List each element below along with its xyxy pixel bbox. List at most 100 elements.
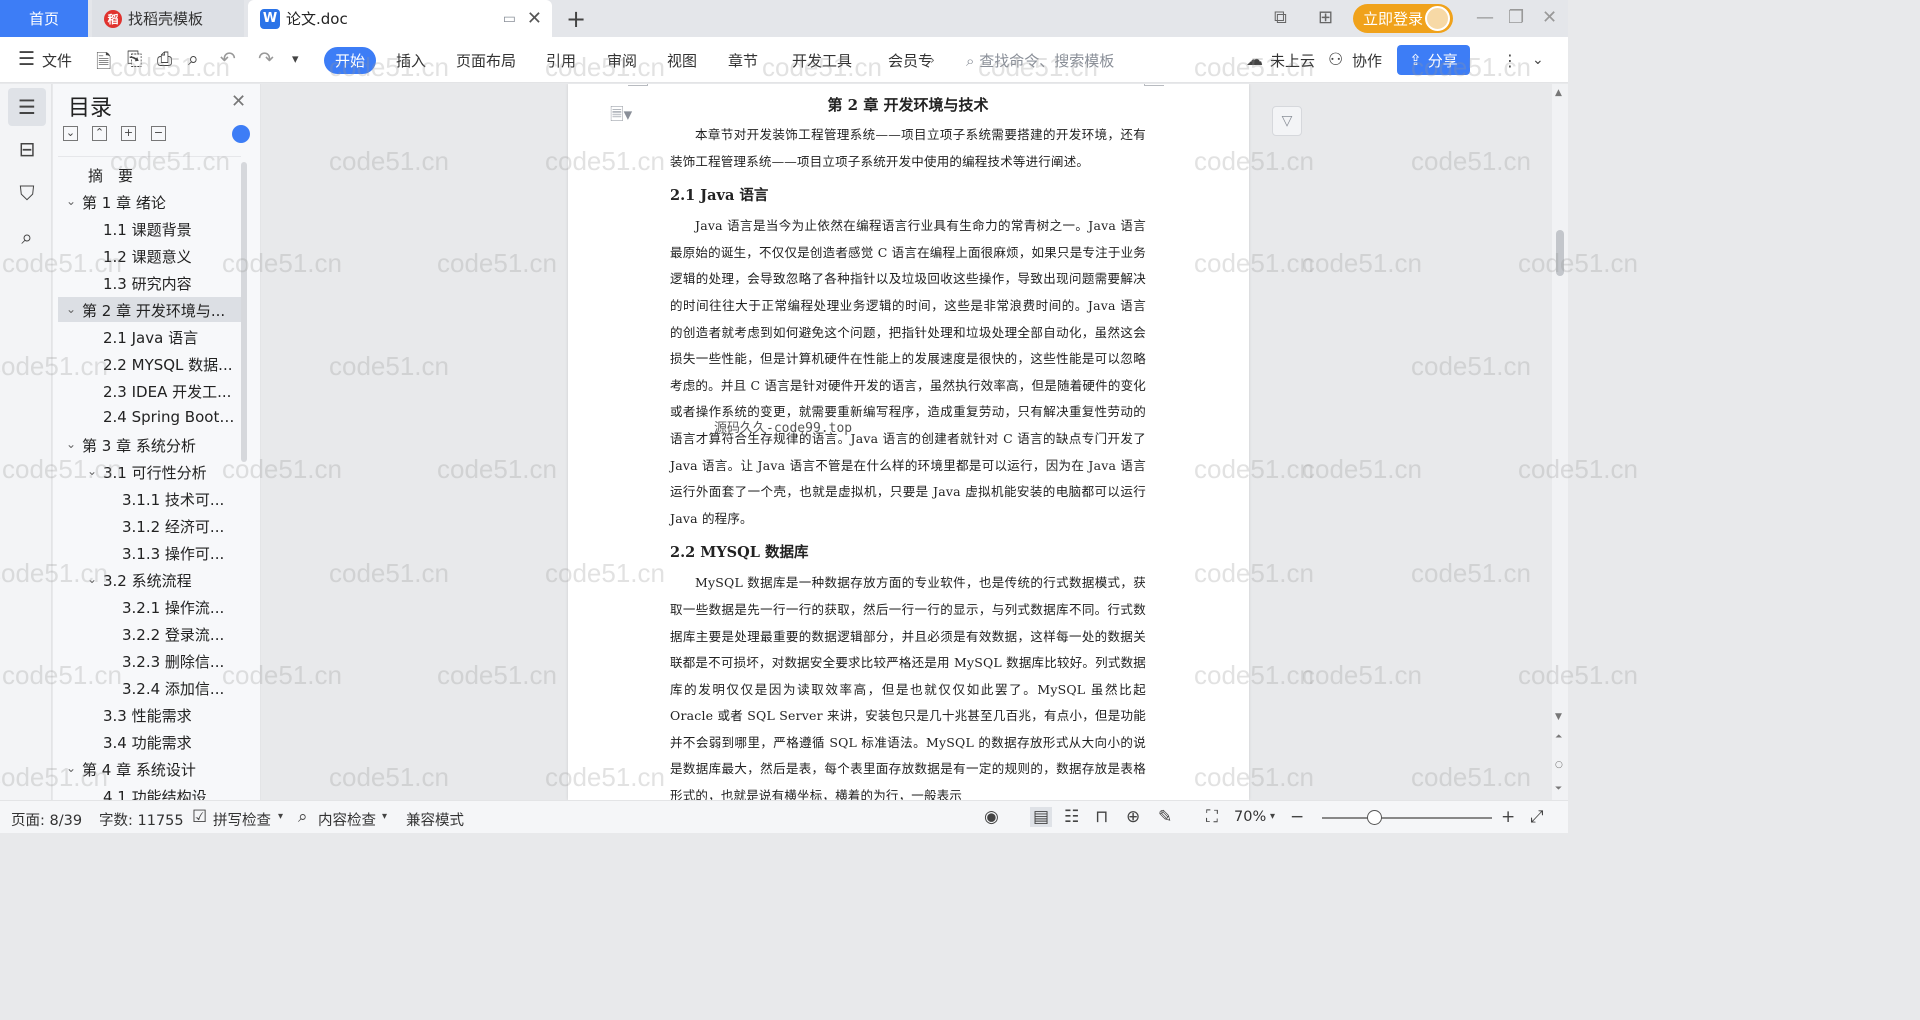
toc-item[interactable]: 摘 要 (58, 162, 241, 187)
zoom-chevron-icon[interactable]: ▾ (1270, 811, 1275, 822)
document-body[interactable]: 第 2 章 开发环境与技术 本章节对开发装饰工程管理系统——项目立项子系统需要搭… (670, 94, 1146, 800)
toc-scrollbar[interactable] (241, 162, 247, 462)
toc-close-icon[interactable]: ✕ (231, 91, 246, 112)
navigation-icon[interactable]: ⊟ (14, 136, 40, 162)
reading-view-icon[interactable]: ⊓ (1095, 807, 1108, 827)
toc-item[interactable]: ⌄ 3.1 可行性分析 (58, 459, 241, 484)
remove-heading-icon[interactable]: − (151, 126, 166, 141)
tab-insert[interactable]: 插入 (396, 50, 426, 71)
close-window-icon[interactable]: ✕ (1542, 7, 1557, 28)
outline-view-icon[interactable]: ☷ (1064, 807, 1079, 827)
collapse-all-icon[interactable]: ⌃ (92, 126, 107, 141)
toc-item[interactable]: 4.1 功能结构设... (58, 783, 241, 800)
tab-view[interactable]: 视图 (667, 50, 697, 71)
zoom-slider-track[interactable] (1322, 817, 1492, 819)
login-button[interactable]: 立即登录 (1353, 4, 1453, 33)
expand-all-icon[interactable]: ⌄ (63, 126, 78, 141)
apps-grid-icon[interactable]: ⊞ (1318, 7, 1333, 28)
ai-assistant-icon[interactable] (232, 125, 250, 143)
spell-check-button[interactable]: 拼写检查 (213, 809, 271, 830)
comment-panel-toggle-icon[interactable]: ▽ (1272, 106, 1302, 136)
toc-item[interactable]: ⌄ 3.2 系统流程 (58, 567, 241, 592)
tab-document[interactable]: W 论文.doc ▭ ✕ (248, 0, 552, 37)
print-preview-icon[interactable]: ⌕ (188, 48, 199, 70)
undo-icon[interactable]: ↶ (220, 48, 236, 70)
word-count[interactable]: 字数: 11755 (99, 809, 184, 830)
next-page-icon[interactable]: ⏷ (1555, 784, 1562, 794)
toc-item[interactable]: 1.3 研究内容 (58, 270, 241, 295)
prev-page-icon[interactable]: ⏶ (1555, 732, 1562, 742)
content-check-button[interactable]: 内容检查 (318, 809, 376, 830)
toc-item[interactable]: 2.1 Java 语言 (58, 324, 241, 349)
zoom-slider-handle[interactable] (1367, 810, 1382, 825)
content-check-chevron-icon[interactable]: ▾ (382, 811, 387, 822)
redo-icon[interactable]: ↷ (258, 48, 274, 70)
toc-item[interactable]: 3.3 性能需求 (58, 702, 241, 727)
add-heading-icon[interactable]: + (121, 126, 136, 141)
collapse-ribbon-icon[interactable]: ⌄ (1532, 52, 1544, 68)
toc-item[interactable]: ⌄ 第 4 章 系统设计 (58, 756, 241, 781)
scroll-down-icon[interactable]: ▼ (1555, 712, 1562, 722)
scroll-thumb[interactable] (1556, 230, 1564, 276)
file-menu[interactable]: 文件 (42, 50, 72, 71)
toc-item[interactable]: 3.1.3 操作可... (58, 540, 241, 565)
page-options-icon[interactable]: 🗏▾ (610, 102, 632, 131)
chevron-down-icon[interactable]: ⌄ (87, 464, 97, 478)
toc-item[interactable]: ⌄ 第 2 章 开发环境与... (58, 297, 241, 322)
chevron-down-icon[interactable]: ⌄ (66, 302, 76, 316)
toc-item[interactable]: 3.2.3 删除信... (58, 648, 241, 673)
tab-template[interactable]: 稻 找稻壳模板 (92, 0, 244, 37)
chevron-down-icon[interactable]: ⌄ (87, 572, 97, 586)
save-icon[interactable]: 🗎 (96, 48, 111, 80)
toc-item[interactable]: 3.2.2 登录流... (58, 621, 241, 646)
zoom-level[interactable]: 70% (1234, 809, 1266, 825)
spell-check-chevron-icon[interactable]: ▾ (278, 811, 283, 822)
write-mode-icon[interactable]: ✎ (1158, 807, 1172, 827)
find-icon[interactable]: ⌕ (14, 224, 40, 250)
tab-start[interactable]: 开始 (324, 47, 376, 74)
zoom-in-icon[interactable]: + (1501, 807, 1515, 827)
toc-item[interactable]: ⌄ 第 1 章 绪论 (58, 189, 241, 214)
page-view-icon[interactable]: ▤ (1030, 807, 1053, 827)
select-browse-icon[interactable]: ○ (1555, 760, 1563, 770)
toc-item[interactable]: 3.2.4 添加信... (58, 675, 241, 700)
tab-member[interactable]: 会员专 (888, 50, 933, 71)
tab-home[interactable]: 首页 (0, 0, 88, 37)
tab-review[interactable]: 审阅 (607, 50, 637, 71)
tab-developer[interactable]: 开发工具 (792, 50, 852, 71)
fullscreen-icon[interactable]: ⤢ (1530, 807, 1544, 827)
bookmark-icon[interactable]: ⛉ (14, 180, 40, 206)
fit-page-icon[interactable]: ⛶ (1206, 807, 1218, 827)
command-search[interactable]: ⌕ 查找命令、搜索模板 (966, 50, 1114, 71)
new-tab-button[interactable]: + (566, 5, 586, 33)
more-tabs-chevron-icon[interactable]: › (930, 53, 935, 67)
export-icon[interactable]: ⎘ (127, 48, 142, 70)
chevron-down-icon[interactable]: ⌄ (66, 437, 76, 451)
vertical-scrollbar[interactable]: ▲ ▼ ⏶ ○ ⏷ (1552, 84, 1568, 800)
monitor-icon[interactable]: ▭ (503, 11, 516, 27)
toc-panel-icon[interactable]: ☰ (8, 88, 46, 126)
eye-protection-icon[interactable]: ◉ (984, 807, 999, 827)
page-count[interactable]: 页面: 8/39 (11, 809, 82, 830)
scroll-up-icon[interactable]: ▲ (1555, 88, 1562, 98)
tab-page-layout[interactable]: 页面布局 (456, 50, 516, 71)
hamburger-menu-icon[interactable]: ☰ (18, 48, 35, 70)
zoom-out-icon[interactable]: − (1290, 807, 1304, 827)
toc-item[interactable]: 2.4 Spring Boot ... (58, 405, 241, 430)
toc-item[interactable]: ⌄ 第 3 章 系统分析 (58, 432, 241, 457)
share-button[interactable]: ⇪ 分享 (1397, 45, 1470, 75)
toc-item[interactable]: 2.3 IDEA 开发工... (58, 378, 241, 403)
toc-item[interactable]: 2.2 MYSQL 数据... (58, 351, 241, 376)
toc-item[interactable]: 3.2.1 操作流... (58, 594, 241, 619)
print-icon[interactable]: ⎙ (157, 48, 172, 70)
tab-chapter[interactable]: 章节 (728, 50, 758, 71)
more-options-icon[interactable]: ⋮ (1502, 51, 1518, 70)
reading-mode-icon[interactable]: ⧉ (1274, 7, 1287, 28)
close-tab-icon[interactable]: ✕ (527, 8, 542, 29)
toc-item[interactable]: 1.1 课题背景 (58, 216, 241, 241)
chevron-down-icon[interactable]: ⌄ (66, 761, 76, 775)
toc-item[interactable]: 3.4 功能需求 (58, 729, 241, 754)
web-view-icon[interactable]: ⊕ (1126, 807, 1140, 827)
chevron-down-icon[interactable]: ⌄ (66, 194, 76, 208)
restore-icon[interactable]: ❐ (1508, 7, 1524, 28)
